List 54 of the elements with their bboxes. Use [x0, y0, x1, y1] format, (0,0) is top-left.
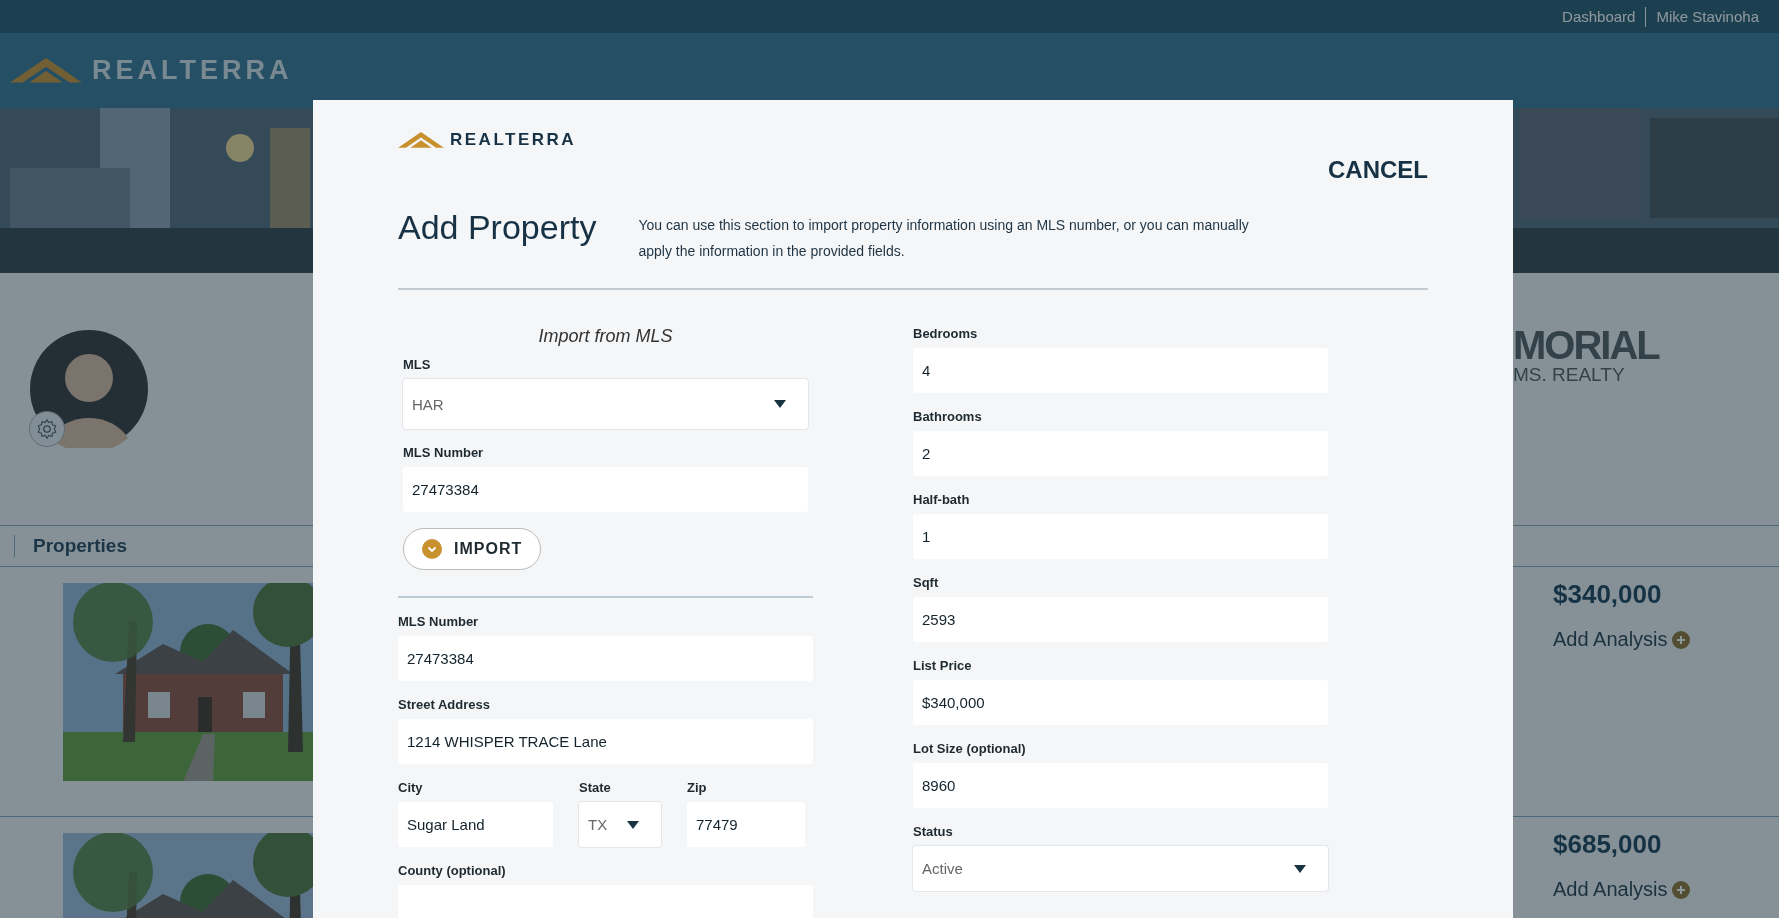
- field-label: State: [579, 780, 612, 796]
- cancel-button[interactable]: CANCEL: [1328, 156, 1428, 184]
- input-field[interactable]: 1214 WHISPER TRACE Lane: [398, 719, 813, 764]
- field-label: Bedrooms: [913, 326, 979, 342]
- field-label: Sqft: [913, 575, 940, 591]
- logo-icon: [10, 58, 82, 83]
- field-label: Street Address: [398, 697, 491, 713]
- dropdown[interactable]: Active: [913, 846, 1328, 891]
- caret-icon: [627, 820, 639, 829]
- caret-icon: [1294, 864, 1306, 873]
- add-analysis-link[interactable]: Add Analysis: [1553, 878, 1690, 901]
- field-label: Lot Size (optional): [913, 741, 1027, 757]
- section-heading: Import from MLS: [537, 326, 674, 347]
- field-label: MLS: [403, 357, 432, 373]
- property-price: $685,000: [1553, 829, 1663, 860]
- description-text: You can use this section to import property information using an MLS number, or you can manually apply the information in the provided fields.: [638, 216, 1250, 261]
- nav-link[interactable]: Dashboard: [1552, 6, 1646, 27]
- input-field[interactable]: 2593: [913, 597, 1328, 642]
- plus-icon: [1671, 630, 1690, 649]
- dropdown[interactable]: TX: [579, 802, 661, 847]
- field-label: County (optional): [398, 863, 507, 879]
- settings-icon[interactable]: [29, 411, 65, 447]
- input-field[interactable]: 1: [913, 514, 1328, 559]
- input-field[interactable]: 27473384: [403, 467, 808, 512]
- caret-icon: [774, 400, 786, 408]
- input-field[interactable]: 2: [913, 431, 1328, 476]
- add-analysis-link[interactable]: Add Analysis: [1553, 628, 1690, 651]
- field-label: Bathrooms: [913, 409, 983, 425]
- logo-text: REALTERRA: [450, 132, 577, 148]
- chevron-down-icon: [422, 539, 442, 559]
- field-label: MLS Number: [403, 445, 485, 461]
- input-field[interactable]: 8960: [913, 763, 1328, 808]
- logo-icon: [398, 132, 444, 148]
- input-field[interactable]: Sugar Land: [398, 802, 553, 847]
- section-title: Properties: [14, 535, 127, 557]
- brokerage-subtitle: MS. REALTY: [1513, 365, 1626, 385]
- field-label: MLS Number: [398, 614, 480, 630]
- field-label: City: [398, 780, 424, 796]
- input-field[interactable]: 27473384: [398, 636, 813, 681]
- dropdown[interactable]: HAR: [403, 379, 808, 429]
- property-price: $340,000: [1553, 579, 1663, 610]
- input-field[interactable]: 4: [913, 348, 1328, 393]
- field-label: Zip: [687, 780, 708, 796]
- field-label: Half-bath: [913, 492, 971, 508]
- plus-icon: [1671, 880, 1690, 899]
- import-button[interactable]: IMPORT: [403, 528, 542, 570]
- nav-link[interactable]: Mike Stavinoha: [1645, 6, 1769, 27]
- brokerage-name: MORIAL: [1513, 325, 1659, 365]
- input-field[interactable]: 77479: [687, 802, 805, 847]
- input-field[interactable]: $340,000: [913, 680, 1328, 725]
- field-label: Status: [913, 824, 954, 840]
- field-label: List Price: [913, 658, 973, 674]
- dialog-title: Add Property: [398, 207, 597, 248]
- logo-text: REALTERRA: [92, 55, 293, 86]
